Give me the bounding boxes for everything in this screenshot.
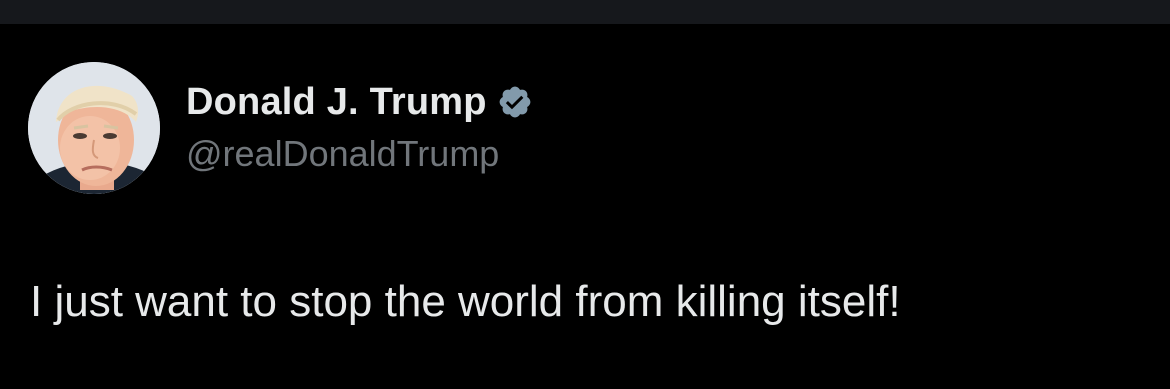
verified-badge-icon[interactable] (497, 84, 533, 120)
handle[interactable]: @realDonaldTrump (186, 128, 533, 180)
avatar[interactable] (28, 62, 160, 194)
tweet[interactable]: Donald J. Trump @realDonaldTrump I just … (0, 24, 1170, 389)
display-name[interactable]: Donald J. Trump (186, 78, 487, 126)
name-row: Donald J. Trump (186, 78, 533, 126)
profile-photo-icon (28, 62, 160, 194)
top-bar (0, 0, 1170, 24)
tweet-text: I just want to stop the world from killi… (30, 277, 901, 326)
author-info: Donald J. Trump @realDonaldTrump (186, 78, 533, 180)
